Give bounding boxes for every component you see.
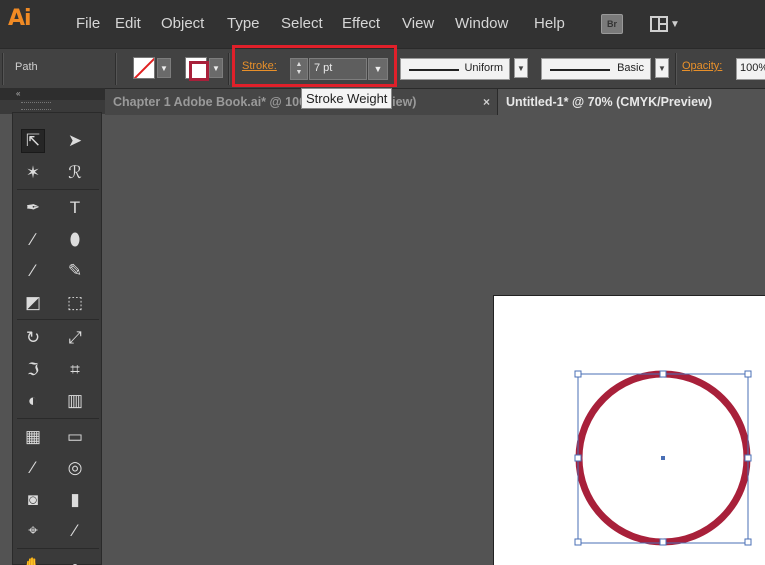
menu-select[interactable]: Select [281, 15, 323, 32]
toolbox-header: « [0, 88, 105, 100]
resize-handle-top-right[interactable] [744, 370, 752, 378]
rotate-tool-icon[interactable]: ↻ [21, 326, 45, 350]
magic-wand-tool-icon[interactable]: ✶ [21, 161, 45, 185]
perspective-grid-tool-icon[interactable]: ▥ [63, 389, 87, 413]
brush-dropdown-arrow[interactable]: ▼ [655, 58, 669, 78]
type-tool-icon[interactable]: T [63, 196, 87, 220]
paintbrush-tool-icon[interactable]: ⁄ [21, 259, 45, 283]
panel-grip[interactable] [21, 102, 51, 110]
tool-group-divider [17, 547, 99, 549]
brush-preview-line [550, 69, 610, 71]
zoom-tool-icon[interactable]: ⌕ [63, 555, 87, 565]
menu-bar: Ai File Edit Object Type Select Effect V… [0, 0, 765, 48]
menu-type[interactable]: Type [227, 15, 260, 32]
menu-file[interactable]: File [76, 15, 100, 32]
opacity-panel-link[interactable]: Opacity: [682, 60, 722, 72]
tab-untitled-1[interactable]: Untitled-1* @ 70% (CMYK/Preview) [497, 89, 765, 115]
divider [228, 53, 230, 85]
menu-edit[interactable]: Edit [115, 15, 141, 32]
width-tool-icon[interactable]: ℑ [21, 358, 45, 382]
stroke-panel-link[interactable]: Stroke: [242, 60, 277, 72]
scale-tool-icon[interactable]: ⤢ [63, 326, 87, 350]
artboard-tool-icon[interactable]: ⌖ [21, 519, 45, 543]
tab-label: Untitled-1* @ 70% (CMYK/Preview) [506, 95, 712, 109]
stroke-weight-stepper[interactable]: ▲ ▼ [290, 58, 308, 80]
tool-group-divider [17, 189, 99, 190]
pencil-tool-icon[interactable]: ✎ [63, 259, 87, 283]
pen-tool-icon[interactable]: ✒ [21, 196, 45, 220]
close-icon[interactable]: × [483, 95, 490, 109]
arrange-documents-icon [650, 16, 668, 32]
free-transform-tool-icon[interactable]: ⌗ [63, 358, 87, 382]
eraser-tool-icon[interactable]: ⬚ [63, 291, 87, 315]
symbol-sprayer-tool-icon[interactable]: ◙ [21, 488, 45, 512]
profile-dropdown-arrow[interactable]: ▼ [514, 58, 528, 78]
stroke-color-dropdown-arrow[interactable]: ▼ [209, 58, 223, 78]
opacity-input[interactable]: 100% [736, 58, 765, 80]
blend-tool-icon[interactable]: ◎ [63, 456, 87, 480]
divider [115, 53, 117, 85]
profile-preview-line [409, 69, 459, 71]
menu-object[interactable]: Object [161, 15, 204, 32]
selection-tool-icon[interactable]: ⇱ [21, 129, 45, 153]
collapse-panel-icon[interactable]: « [16, 89, 20, 98]
stroke-color-swatch[interactable] [185, 57, 209, 81]
menu-view[interactable]: View [402, 15, 434, 32]
control-bar: Path ▼ ▼ Stroke: ▲ ▼ 7 pt ▼ Uniform ▼ Bas… [0, 48, 765, 88]
profile-label: Uniform [464, 62, 503, 74]
tools-panel: ⇱ ➤ ✶ ℛ ✒ T ∕ ⬮ ⁄ ✎ ◩ ⬚ ↻ ⤢ ℑ ⌗ ◐ ▥ ▦ ▭ ⁄ ◎ ◙ ▮ ⌖ ⁄ ✋ ⌕ [12, 102, 102, 565]
tool-group-divider [17, 417, 99, 419]
eyedropper-tool-icon[interactable]: ⁄ [21, 456, 45, 480]
resize-handle-bottom-right[interactable] [744, 538, 752, 546]
resize-handle-top-left[interactable] [574, 370, 582, 378]
direct-selection-tool-icon[interactable]: ➤ [63, 129, 87, 153]
selection-type-label: Path [15, 61, 38, 73]
hand-tool-icon[interactable]: ✋ [21, 555, 45, 565]
blob-brush-tool-icon[interactable]: ◩ [21, 291, 45, 315]
column-graph-tool-icon[interactable]: ▮ [63, 488, 87, 512]
resize-handle-bottom-left[interactable] [574, 538, 582, 546]
ellipse-tool-icon[interactable]: ⬮ [63, 228, 87, 252]
selected-circle-path[interactable] [570, 366, 760, 551]
gradient-tool-icon[interactable]: ▭ [63, 425, 87, 449]
stroke-weight-tooltip: Stroke Weight [301, 88, 393, 109]
variable-width-profile-select[interactable]: Uniform [400, 58, 510, 80]
center-point [661, 456, 665, 460]
stroke-weight-input[interactable]: 7 pt [309, 58, 367, 80]
illustrator-logo: Ai [8, 6, 32, 31]
resize-handle-top[interactable] [659, 370, 667, 378]
slice-tool-icon[interactable]: ⁄ [63, 519, 87, 543]
resize-handle-left[interactable] [574, 454, 582, 462]
tool-group-divider [17, 319, 99, 320]
resize-handle-bottom[interactable] [659, 538, 667, 546]
lasso-tool-icon[interactable]: ℛ [63, 161, 87, 185]
brush-definition-select[interactable]: Basic [541, 58, 651, 80]
fill-color-swatch[interactable] [133, 57, 155, 79]
divider [675, 53, 677, 85]
line-segment-tool-icon[interactable]: ∕ [21, 228, 45, 252]
bridge-button[interactable]: Br [601, 14, 623, 34]
fill-dropdown-arrow[interactable]: ▼ [157, 58, 171, 78]
stroke-weight-dropdown[interactable]: ▼ [368, 58, 388, 80]
menu-window[interactable]: Window [455, 15, 508, 32]
shape-builder-tool-icon[interactable]: ◐ [21, 389, 45, 413]
menu-effect[interactable]: Effect [342, 15, 380, 32]
brush-label: Basic [617, 62, 644, 74]
chevron-down-icon: ▼ [670, 18, 680, 30]
grip-divider [2, 53, 4, 85]
workspace-switcher-button[interactable]: ▼ [650, 14, 686, 34]
mesh-tool-icon[interactable]: ▦ [21, 425, 45, 449]
resize-handle-right[interactable] [744, 454, 752, 462]
menu-help[interactable]: Help [534, 15, 565, 32]
